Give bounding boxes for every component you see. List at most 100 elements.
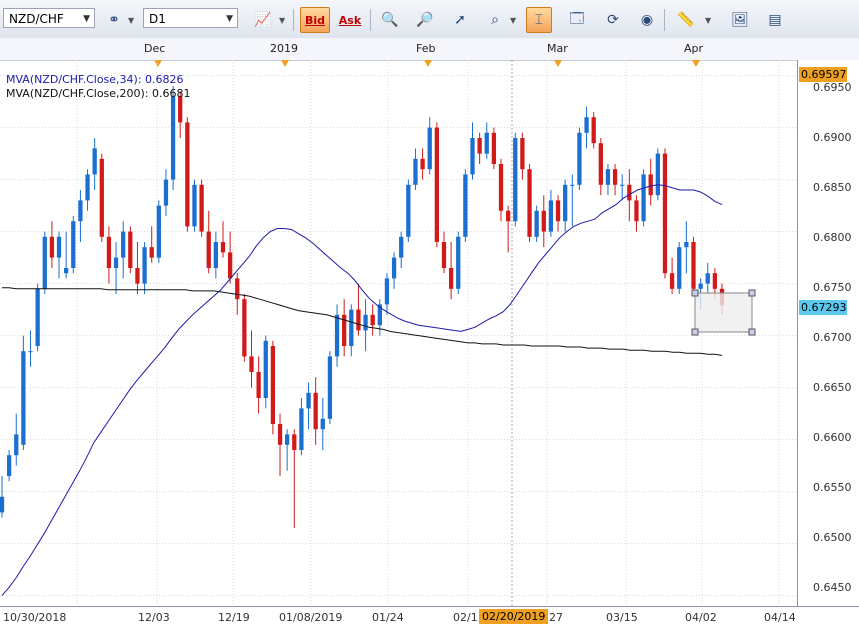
zoom-in-icon[interactable]: 🔍 [377,7,403,33]
price-tick: 0.6950 [813,81,852,94]
toolbar: NZD/CHF ▼ ⚭ ▼ D1 ▼ 📈 ▼ Bid Ask 🔍 🔎 ➚ ⌕ ▼… [0,0,859,39]
chevron-down-icon[interactable]: ▼ [705,16,711,25]
candle-body [263,340,268,398]
candle-body [299,408,304,450]
bid-button[interactable]: Bid [300,7,330,33]
candle-body [506,210,511,222]
price-tick: 0.6450 [813,581,852,594]
candle-body [448,268,454,289]
candle-body [598,143,603,185]
candle-body [520,138,525,170]
candle-body [577,132,582,185]
candle-body [92,148,97,175]
candle-body [363,314,368,331]
globe-icon[interactable]: ◉ [634,7,660,33]
timeframe-dropdown[interactable]: D1 ▼ [143,8,238,28]
candle-body [213,242,218,268]
candle-body [21,351,26,445]
price-chart[interactable] [0,60,797,606]
candle-body [85,174,90,201]
candle-body [334,314,340,357]
candle-body [192,184,197,227]
candle-body [662,153,668,274]
candle-body [456,236,461,289]
candle-body [128,231,133,268]
refresh-icon[interactable]: ⟳ [600,7,626,33]
resize-handle [748,289,756,297]
resize-handle [691,289,699,297]
ruler-icon[interactable]: 📏 [673,7,699,33]
candle-body [420,158,425,170]
candle-body [605,169,611,185]
candle-body [491,132,497,164]
candle-body [391,257,397,279]
bottom-time-axis [0,606,859,632]
candle-body [712,273,718,289]
candle-body [256,372,261,398]
candle-body [35,288,40,346]
candles [0,86,725,528]
properties-icon[interactable]: 🗔 [564,7,590,33]
candle-body [655,153,660,196]
ask-button[interactable]: Ask [335,7,365,33]
month-label: Apr [684,42,704,55]
image-icon[interactable]: 🖼 [727,7,753,33]
candle-body [135,268,140,284]
chevron-down-icon[interactable]: ▼ [128,16,134,25]
candle-body [406,184,411,237]
legend-ma34: MVA(NZD/CHF.Close,34): 0.6826 [6,73,184,86]
chart-type-icon[interactable]: 📈 [250,7,276,33]
candle-body [285,434,290,445]
candle-body [634,200,639,222]
crosshair-icon[interactable]: ⌶ [526,7,552,33]
candle-body [370,314,375,326]
candle-body [99,158,104,237]
separator [664,9,665,31]
candle-body [591,117,596,144]
candle-body [242,299,247,357]
print-icon[interactable]: ▤ [762,7,788,33]
candle-body [235,278,240,300]
candle-body [705,273,710,284]
date-label: 27 [549,611,563,624]
candle-body [156,205,161,258]
ma200-line [2,287,723,356]
chevron-down-icon[interactable]: ▼ [510,16,516,25]
candle-body [413,158,418,185]
candle-body [570,184,575,186]
candle-body [548,200,554,232]
selection-rectangle [694,292,753,333]
price-tick: 0.6600 [813,431,852,444]
chevron-down-icon: ▼ [83,14,90,24]
candle-body [612,169,618,185]
candle-body [227,252,233,279]
candle-body [185,122,190,227]
candle-body [49,236,55,258]
candle-body [42,236,47,289]
candle-body [71,221,76,268]
candle-body [14,434,19,456]
candle-body [249,356,254,372]
cursor-icon[interactable]: ➚ [447,7,473,33]
link-icon[interactable]: ⚭ [101,7,127,33]
legend-ma200: MVA(NZD/CHF.Close,200): 0.6681 [6,87,191,100]
chevron-down-icon[interactable]: ▼ [279,16,285,25]
candle-body [669,273,675,289]
candle-body [320,418,325,430]
zoom-area-icon[interactable]: ⌕ [482,7,508,33]
symbol-dropdown[interactable]: NZD/CHF ▼ [3,8,95,28]
candle-body [106,236,112,268]
date-label: 10/30/2018 [3,611,67,624]
price-tick: 0.6900 [813,131,852,144]
date-label: 04/14 [764,611,796,624]
candle-body [527,169,532,237]
zoom-out-icon[interactable]: 🔎 [412,7,438,33]
candle-body [641,174,646,222]
price-tick: 0.6700 [813,331,852,344]
separator [293,9,294,31]
candle-body [199,184,204,232]
candle-body [121,231,126,258]
high-price-marker: 0.69597 [799,67,847,82]
price-tick: 0.6800 [813,231,852,244]
candle-body [555,200,561,222]
